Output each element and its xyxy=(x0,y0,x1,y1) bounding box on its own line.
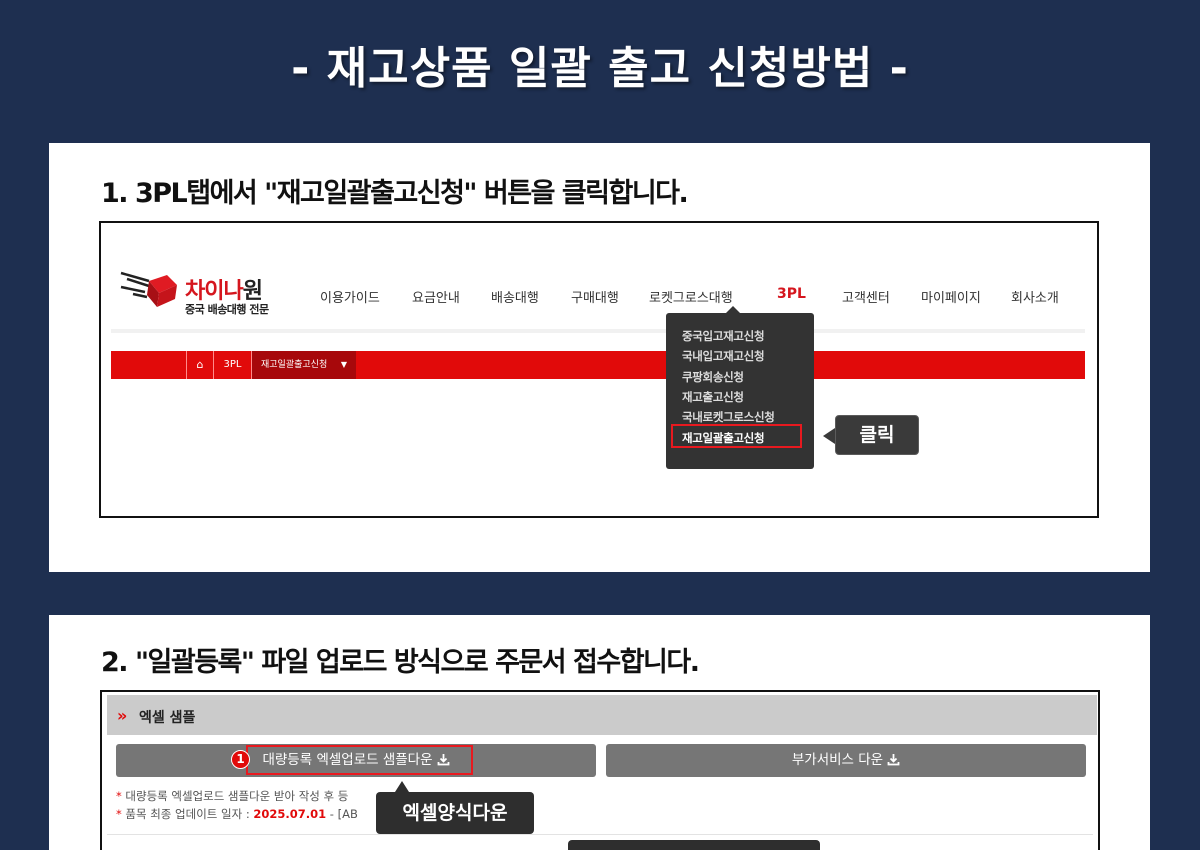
step1-title: 1. 3PL탭에서 "재고일괄출고신청" 버튼을 클릭합니다. xyxy=(101,178,689,209)
site-screenshot-1: 차이나원 중국 배송대행 전문 이용가이드 요금안내 배송대행 구매대행 로켓그… xyxy=(99,221,1099,518)
nav-about[interactable]: 회사소개 xyxy=(1011,287,1059,306)
site-screenshot-2: » 엑셀 샘플 대량등록 엑셀업로드 샘플다운 부가서비스 다운 1 * 대량등… xyxy=(100,690,1100,850)
partial-callout xyxy=(568,840,820,850)
download-icon xyxy=(887,754,900,766)
excel-sample-title: 엑셀 샘플 xyxy=(139,710,196,726)
page-title: - 재고상품 일괄 출고 신청방법 - xyxy=(291,43,909,94)
menu-item-coupang-return[interactable]: 쿠팡회송신청 xyxy=(682,369,744,385)
double-chevron-icon: » xyxy=(117,706,127,725)
step1-card: 1. 3PL탭에서 "재고일괄출고신청" 버튼을 클릭합니다. 차이나원 중국 … xyxy=(49,143,1150,572)
nav-my-page[interactable]: 마이페이지 xyxy=(921,287,981,306)
nav-customer-center[interactable]: 고객센터 xyxy=(842,287,890,306)
menu-item-domestic-rocket-growth[interactable]: 국내로켓그로스신청 xyxy=(682,409,775,425)
extra-service-download-button[interactable]: 부가서비스 다운 xyxy=(606,744,1086,777)
instruction-note: * 대량등록 엑셀업로드 샘플다운 받아 작성 후 등 xyxy=(116,789,349,803)
caret-down-icon: ▼ xyxy=(340,360,347,369)
divider xyxy=(107,834,1093,835)
step-number-badge: 1 xyxy=(231,750,250,769)
nav-3pl[interactable]: 3PL xyxy=(777,286,806,302)
menu-item-domestic-stock-in[interactable]: 국내입고재고신청 xyxy=(682,348,765,364)
menu-item-china-stock-in[interactable]: 중국입고재고신청 xyxy=(682,328,765,344)
breadcrumb: ⌂ 3PL 재고일괄출고신청 ▼ xyxy=(111,351,1085,379)
nav-usage-guide[interactable]: 이용가이드 xyxy=(320,287,380,306)
nav-purchase-agent[interactable]: 구매대행 xyxy=(571,287,619,306)
menu-item-stock-out[interactable]: 재고출고신청 xyxy=(682,389,744,405)
logo-tagline: 중국 배송대행 전문 xyxy=(185,303,269,316)
highlight-box xyxy=(671,424,802,448)
3pl-dropdown-menu: 중국입고재고신청 국내입고재고신청 쿠팡회송신청 재고출고신청 국내로켓그로스신… xyxy=(666,306,814,469)
update-date-note: * 품목 최종 업데이트 일자 : 2025.07.01 - [AB xyxy=(116,807,358,821)
logo[interactable]: 차이나원 중국 배송대행 전문 xyxy=(119,267,289,317)
home-icon[interactable]: ⌂ xyxy=(186,351,214,379)
nav-shipping-agent[interactable]: 배송대행 xyxy=(491,287,539,306)
step2-title: 2. "일괄등록" 파일 업로드 방식으로 주문서 접수합니다. xyxy=(101,647,700,678)
highlight-box xyxy=(246,745,473,775)
nav-pricing[interactable]: 요금안내 xyxy=(412,287,460,306)
breadcrumb-current[interactable]: 재고일괄출고신청 ▼ xyxy=(252,351,356,379)
excel-sample-header: » 엑셀 샘플 xyxy=(107,695,1097,735)
delivery-box-icon xyxy=(120,271,177,307)
nav-rocket-growth[interactable]: 로켓그로스대행 xyxy=(649,287,733,306)
step2-card: 2. "일괄등록" 파일 업로드 방식으로 주문서 접수합니다. » 엑셀 샘플… xyxy=(49,615,1150,850)
header-divider xyxy=(111,329,1085,333)
breadcrumb-3pl[interactable]: 3PL xyxy=(214,351,252,379)
click-callout: 클릭 xyxy=(823,415,919,455)
excel-download-callout: 엑셀양식다운 xyxy=(376,781,534,834)
